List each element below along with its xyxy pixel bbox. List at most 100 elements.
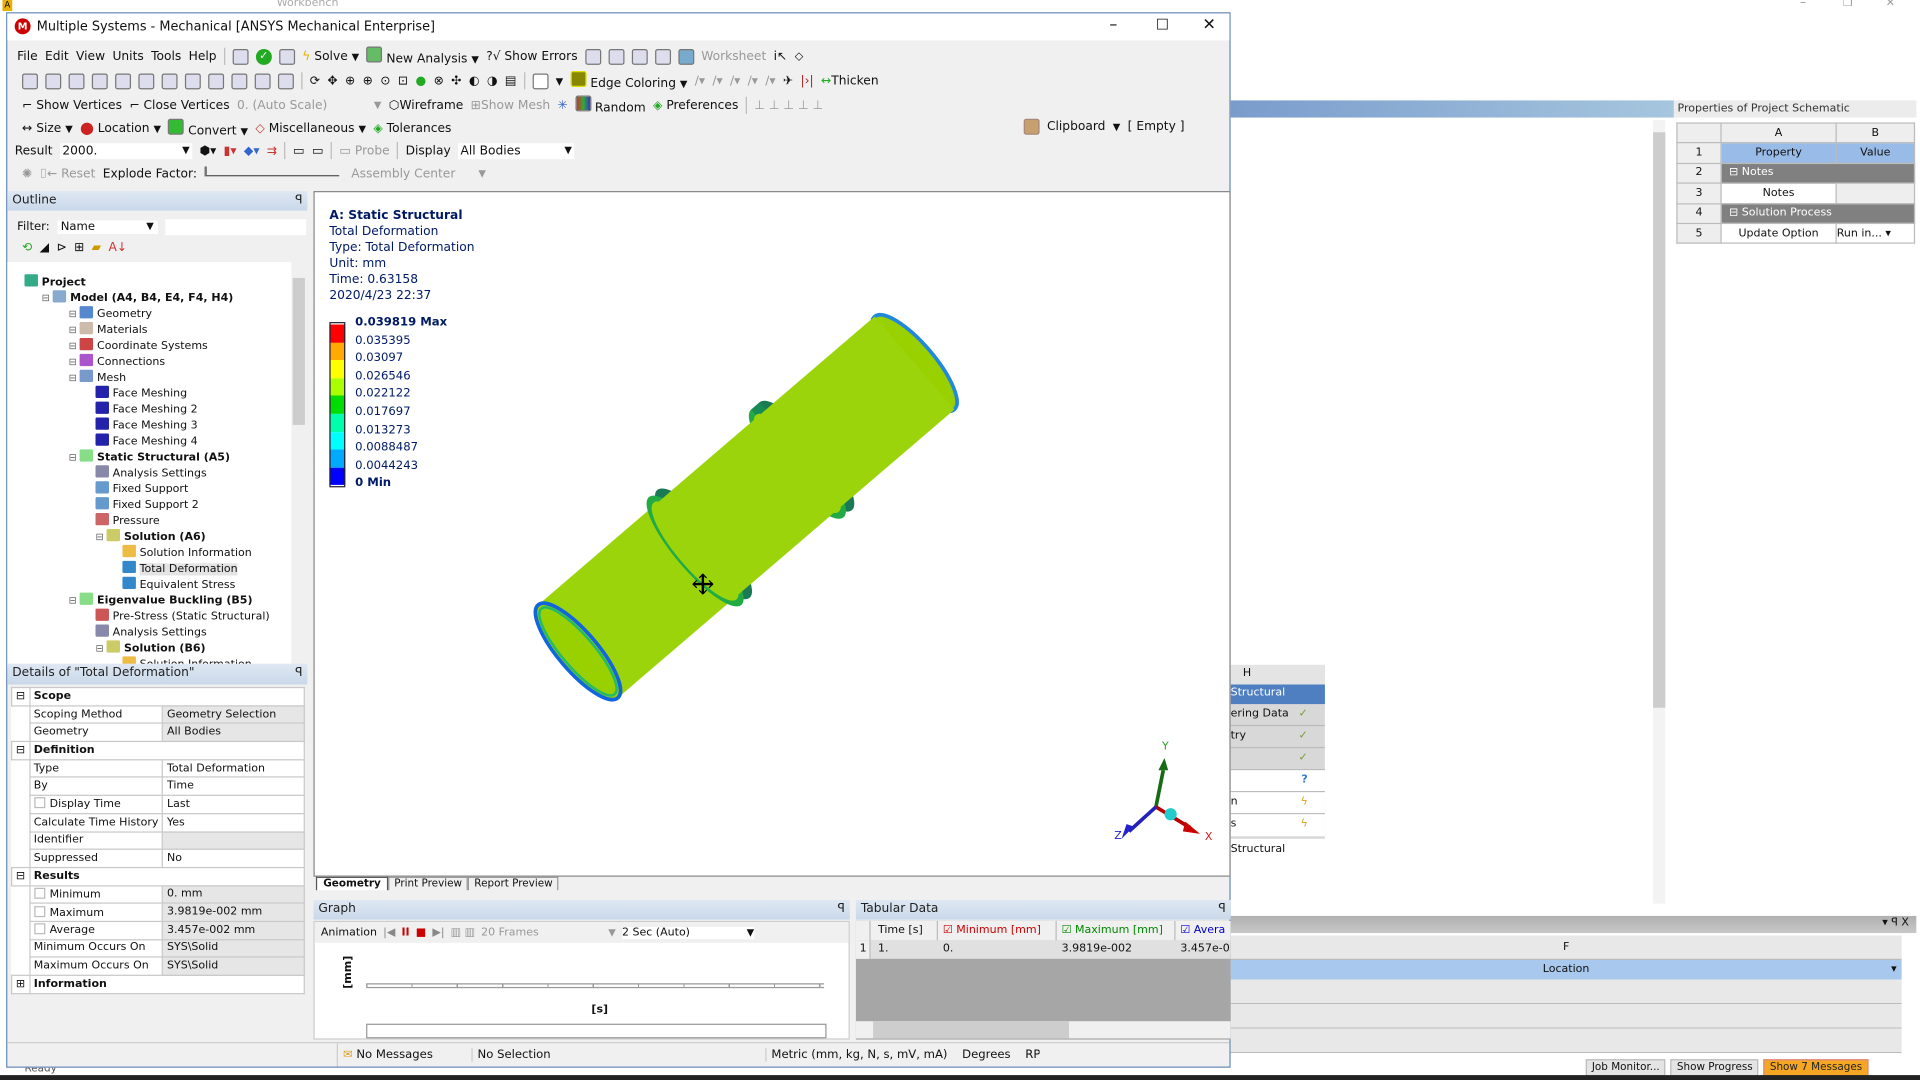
details-row[interactable]: Identifier <box>12 830 305 851</box>
zoom-fit-icon[interactable]: ⊙ <box>380 74 390 87</box>
tree-item[interactable]: Pressure <box>95 513 160 529</box>
details-group[interactable]: ⊟ Scope <box>11 686 305 707</box>
chevron-down-icon[interactable]: ▼ <box>352 51 360 62</box>
workbench-close-button[interactable]: ✕ <box>1886 0 1895 10</box>
pin-icon[interactable]: ✈ <box>783 74 793 87</box>
preferences-button[interactable]: ◈ Preferences <box>653 99 738 112</box>
edge-style-icon[interactable]: ∕▾ <box>712 74 722 87</box>
graphics-viewport[interactable]: A: Static Structural Total Deformation T… <box>313 191 1231 877</box>
menu-units[interactable]: Units <box>112 50 143 63</box>
location-button[interactable]: ⬤ Location ▼ <box>80 122 161 135</box>
expand-toggle-icon[interactable]: ⊟ <box>69 340 80 351</box>
property-value[interactable]: 3.9819e-002 mm <box>162 902 305 922</box>
new-analysis-button[interactable]: New Analysis ▼ <box>366 46 479 66</box>
expand-toggle-icon[interactable]: ⊟ <box>69 595 80 606</box>
edge-coloring-button[interactable]: Edge Coloring ▼ <box>570 71 687 91</box>
chart-icon[interactable] <box>584 48 601 65</box>
body-select-icon[interactable] <box>184 72 201 89</box>
menu-tools[interactable]: Tools <box>151 50 181 63</box>
next-view-icon[interactable]: ◑ <box>487 74 498 87</box>
plus-icon[interactable]: ⊞ <box>74 241 84 254</box>
display-select[interactable]: All Bodies ▼ <box>458 142 575 159</box>
zoom-window-icon[interactable]: ⊡ <box>398 74 408 87</box>
named-selection-icon[interactable] <box>279 48 295 65</box>
edges-display-icon[interactable]: ◆▾ <box>244 144 260 157</box>
expand-toggle-icon[interactable]: ⊞ <box>11 974 31 994</box>
ruler-icon[interactable]: ▤ <box>505 74 517 87</box>
comment-icon[interactable] <box>608 48 625 65</box>
expand-toggle-icon[interactable]: ⊟ <box>69 324 80 335</box>
extend-selection-icon[interactable] <box>277 72 294 89</box>
close-vertices-button[interactable]: ⌐ Close Vertices <box>129 99 229 112</box>
previous-frame-icon[interactable]: |◀ <box>383 926 395 938</box>
wireframe-button[interactable]: ⬡Wireframe <box>389 99 464 112</box>
help-cursor-icon[interactable]: i↖ <box>774 50 788 63</box>
show-vertices-button[interactable]: ⌐ Show Vertices <box>22 99 122 112</box>
edge-select-icon[interactable] <box>138 72 155 89</box>
thicken-button[interactable]: ↔Thicken <box>821 74 879 87</box>
cursor-mode-icon[interactable] <box>91 72 108 89</box>
tree-item[interactable]: Analysis Settings <box>95 465 207 481</box>
property-value[interactable]: No <box>162 848 305 868</box>
details-group[interactable]: ⊟ Definition <box>11 740 305 761</box>
next-frame-icon[interactable]: ▶| <box>432 926 444 938</box>
outline-scrollbar[interactable] <box>291 262 307 669</box>
assembly-center-select[interactable]: Assembly Center ▼ <box>351 167 486 180</box>
annotation-icon[interactable] <box>654 48 671 65</box>
details-row[interactable]: Minimum 0. mm <box>12 884 305 904</box>
magnifier-icon[interactable]: ⊗ <box>434 74 444 87</box>
panel-controls[interactable]: ▾ ꟼ X <box>1882 917 1909 929</box>
checkbox[interactable] <box>33 797 45 809</box>
tree-item[interactable]: ⊟ Mesh <box>69 369 126 386</box>
pause-icon[interactable]: II <box>401 926 409 938</box>
tabular-hscrollbar[interactable] <box>855 1021 1231 1039</box>
element-select-icon[interactable] <box>231 72 248 89</box>
show-errors-button[interactable]: ?√ Show Errors <box>486 50 577 63</box>
schematic-cell[interactable]: ? <box>1230 770 1325 793</box>
details-row[interactable]: Maximum 3.9819e-002 mm <box>12 902 305 922</box>
select-icon[interactable] <box>22 72 38 89</box>
explode-icon[interactable]: ✺ <box>22 167 32 180</box>
thin-icon[interactable]: |›| <box>800 74 813 87</box>
duration-select[interactable]: 2 Sec (Auto) ▼ <box>621 926 755 939</box>
lower-selected-row[interactable]: Location ▾ <box>1230 960 1902 980</box>
checkbox[interactable] <box>33 923 45 935</box>
refresh-icon[interactable]: ⟲ <box>22 241 32 254</box>
worksheet-button[interactable]: Worksheet <box>701 50 766 63</box>
property-value[interactable] <box>162 830 305 851</box>
details-row[interactable]: Maximum Occurs On SYS\Solid <box>12 956 305 976</box>
details-row[interactable]: Display Time Last <box>12 794 305 815</box>
tabular-row[interactable]: 1 1. 0. 3.9819e-002 3.457e-0 <box>855 940 1231 959</box>
property-value[interactable]: 3.457e-002 mm <box>162 920 305 940</box>
result-scale-select[interactable]: 2000. ▼ <box>59 142 193 159</box>
angle-status[interactable]: Degrees <box>947 1048 1010 1061</box>
menu-edit[interactable]: Edit <box>45 50 69 63</box>
checkbox[interactable] <box>33 887 45 899</box>
tree-item[interactable]: ⊟ Solution (B6) <box>96 640 206 656</box>
schematic-cell[interactable]: nϟ <box>1230 792 1325 815</box>
check-mesh-icon[interactable]: ✓ <box>255 48 272 65</box>
tree-item[interactable]: Project <box>24 274 86 290</box>
tree-item[interactable]: Total Deformation <box>122 560 238 577</box>
scale-select[interactable]: 0. (Auto Scale) ▼ <box>237 99 381 112</box>
notes-group[interactable]: ⊟ Notes <box>1720 162 1916 184</box>
tree-item[interactable]: Fixed Support <box>95 481 188 497</box>
schematic-cell[interactable]: ✓ <box>1230 748 1325 771</box>
expand-toggle-icon[interactable]: ⊟ <box>69 309 80 320</box>
details-group[interactable]: ⊞ Information <box>11 974 305 994</box>
tolerances-button[interactable]: ◈ Tolerances <box>373 122 451 135</box>
viewport-icon[interactable] <box>532 72 549 89</box>
details-row[interactable]: Average 3.457e-002 mm <box>12 920 305 940</box>
col-minimum[interactable]: ☑ Minimum [mm] <box>938 920 1057 941</box>
job-monitor-button[interactable]: Job Monitor... <box>1585 1059 1666 1077</box>
show-mesh-button[interactable]: ⊞Show Mesh <box>471 99 550 112</box>
miscellaneous-button[interactable]: ◇ Miscellaneous ▼ <box>255 122 366 135</box>
random-colors-button[interactable]: Random <box>575 95 646 115</box>
expand-toggle-icon[interactable]: ⊟ <box>11 866 31 886</box>
expand-toggle-icon[interactable]: ⊟ <box>11 740 31 761</box>
edge-style-icon[interactable]: ∕▾ <box>748 74 758 87</box>
tree-item[interactable]: ⊟ Eigenvalue Buckling (B5) <box>69 592 252 609</box>
chevron-down-icon[interactable]: ▼ <box>1113 121 1121 132</box>
col-average[interactable]: ☑ Avera <box>1176 921 1225 941</box>
eraser-icon[interactable]: ◢ <box>40 241 49 254</box>
